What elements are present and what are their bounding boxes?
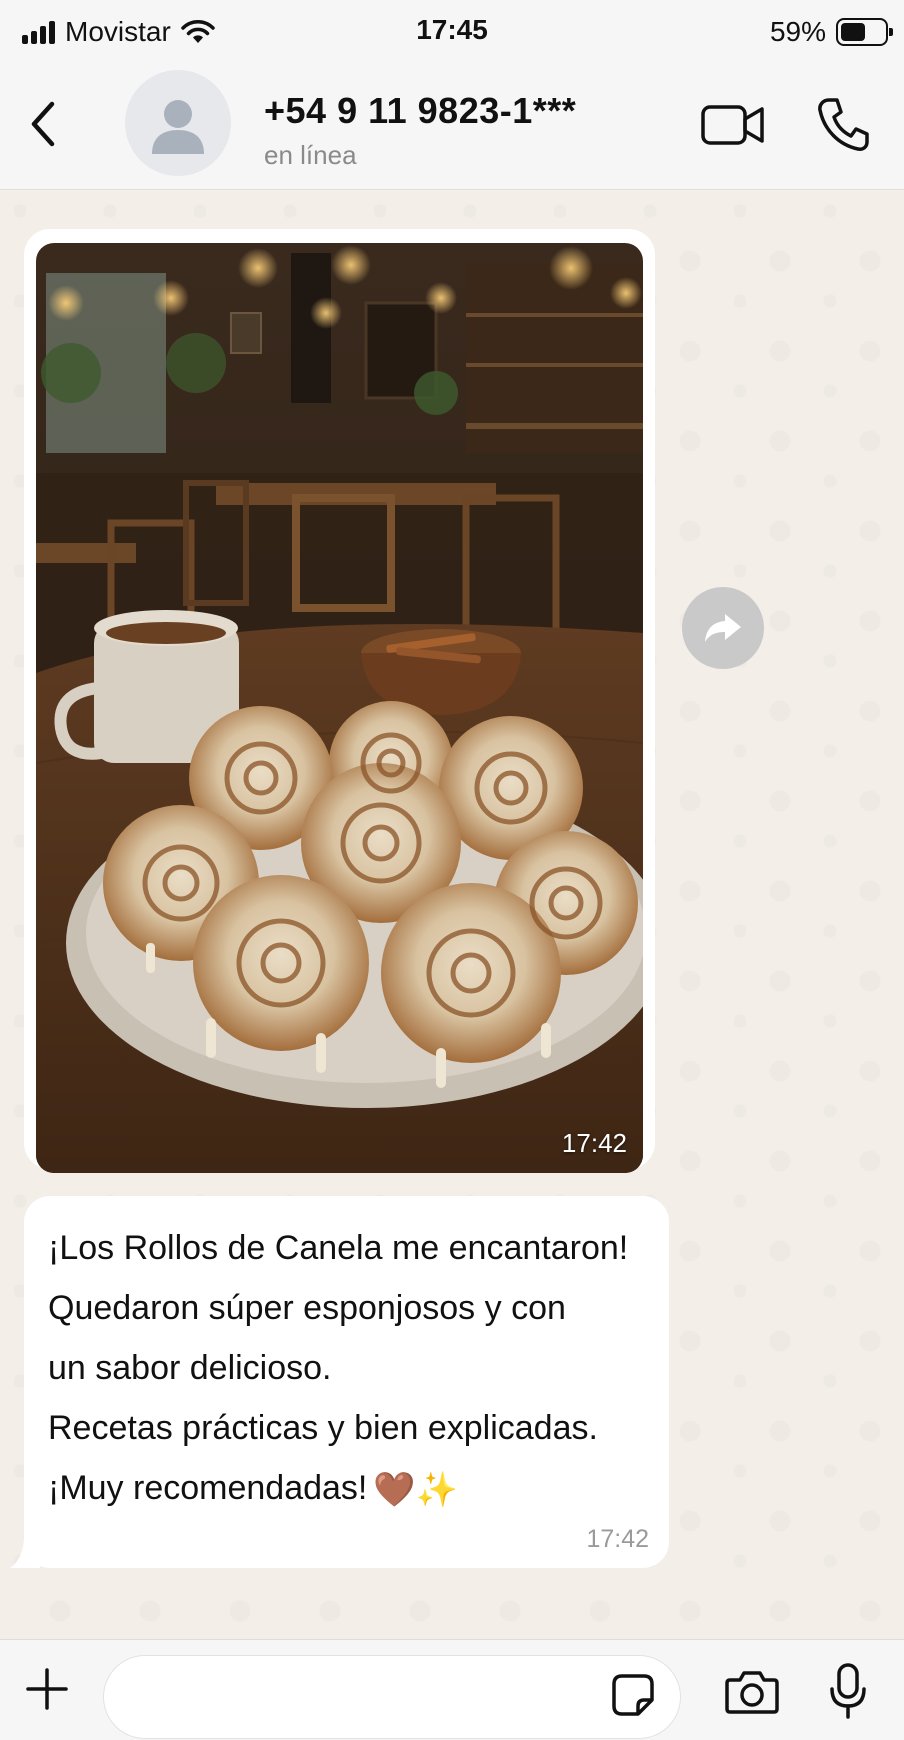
message-line-last: ¡Muy recomendadas! 🤎✨	[48, 1458, 647, 1520]
battery-percent: 59%	[769, 16, 826, 47]
message-text-field[interactable]	[128, 1656, 608, 1740]
message-line: Recetas prácticas y bien explicadas.	[48, 1409, 598, 1447]
voice-call-button[interactable]	[815, 94, 871, 154]
message-timestamp: 17:42	[586, 1525, 649, 1553]
text-message-bubble[interactable]: ¡Los Rollos de Canela me encantaron! Que…	[10, 1196, 669, 1568]
attach-button[interactable]	[24, 1666, 70, 1712]
sticker-button[interactable]	[610, 1672, 656, 1718]
person-icon	[152, 100, 204, 154]
message-line: un sabor delicioso.	[48, 1349, 332, 1387]
photo-message[interactable]: 17:42	[36, 243, 643, 1173]
contact-status: en línea	[264, 140, 357, 170]
status-right: 59%	[769, 16, 893, 48]
signal-icon	[22, 20, 55, 44]
battery-icon	[836, 18, 893, 46]
message-line: Quedaron súper esponjosos y con	[48, 1289, 566, 1327]
input-bar	[0, 1639, 904, 1740]
battery-level	[841, 23, 865, 41]
brown-heart-sparkles-emoji: 🤎✨	[373, 1471, 459, 1510]
microphone-button[interactable]	[828, 1662, 868, 1720]
camera-button[interactable]	[724, 1668, 780, 1716]
sticker-icon	[612, 1674, 654, 1716]
video-call-button[interactable]	[700, 100, 766, 150]
microphone-icon	[830, 1663, 866, 1719]
carrier-name: Movistar	[65, 16, 171, 47]
chat-area[interactable]: 17:42 ¡Los Rollos de Canela me encantaro…	[0, 191, 904, 1639]
camera-icon	[725, 1671, 779, 1714]
video-camera-icon	[701, 105, 764, 145]
forward-arrow-icon	[705, 614, 741, 642]
wifi-icon	[181, 20, 215, 43]
cinnamon-rolls-photo	[36, 243, 643, 1173]
message-input[interactable]	[103, 1655, 681, 1740]
image-message-bubble[interactable]: 17:42	[24, 229, 655, 1173]
photo-timestamp: 17:42	[561, 1128, 627, 1158]
bubble-tail	[10, 1540, 40, 1568]
forward-button[interactable]	[682, 587, 764, 669]
contact-name[interactable]: +54 9 11 9823-1***	[264, 90, 576, 132]
plus-icon	[26, 1668, 68, 1710]
status-left: Movistar	[22, 16, 215, 48]
message-line-text: ¡Muy recomendadas!	[48, 1469, 368, 1507]
phone-icon	[818, 98, 869, 151]
back-button[interactable]	[18, 94, 68, 154]
avatar[interactable]	[125, 70, 231, 176]
chat-header: +54 9 11 9823-1*** en línea	[0, 62, 904, 190]
message-line: ¡Los Rollos de Canela me encantaron!	[48, 1229, 629, 1267]
chevron-left-icon	[31, 101, 55, 147]
status-bar: Movistar 17:45 59%	[0, 0, 904, 62]
